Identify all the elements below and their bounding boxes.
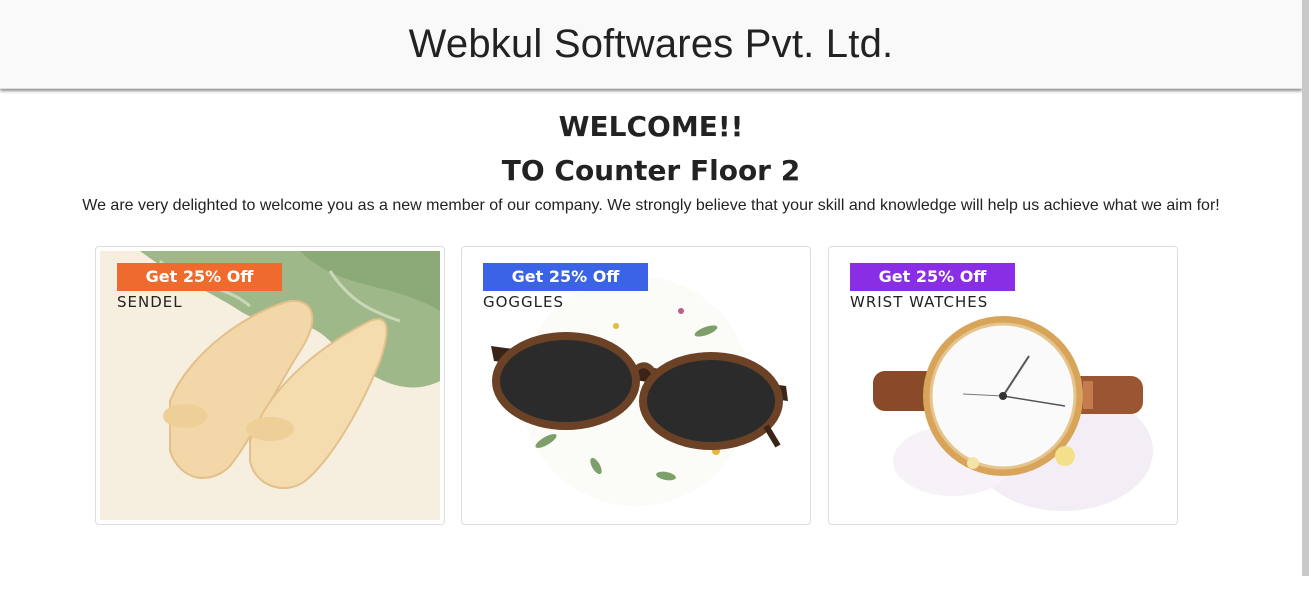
welcome-heading: WELCOME!! <box>558 110 744 143</box>
watch-image <box>833 251 1173 520</box>
product-title: WRIST WATCHES <box>850 293 989 311</box>
sandals-image <box>100 251 440 520</box>
discount-badge: Get 25% Off <box>483 263 648 291</box>
discount-badge: Get 25% Off <box>850 263 1015 291</box>
site-header: Webkul Softwares Pvt. Ltd. <box>0 0 1302 89</box>
product-title: GOGGLES <box>483 293 565 311</box>
scrollbar[interactable] <box>1302 0 1309 576</box>
intro-text: We are very delighted to welcome you as … <box>82 197 1220 214</box>
product-card-goggles[interactable]: Get 25% Off GOGGLES <box>461 246 811 525</box>
counter-heading: TO Counter Floor 2 <box>501 154 801 187</box>
product-card-wrist-watches[interactable]: Get 25% Off WRIST WATCHES <box>828 246 1178 525</box>
discount-badge: Get 25% Off <box>117 263 282 291</box>
goggles-image <box>466 251 806 520</box>
product-title: SENDEL <box>117 293 183 311</box>
product-card-sandals[interactable]: Get 25% Off SENDEL <box>95 246 445 525</box>
company-name: Webkul Softwares Pvt. Ltd. <box>408 21 894 66</box>
